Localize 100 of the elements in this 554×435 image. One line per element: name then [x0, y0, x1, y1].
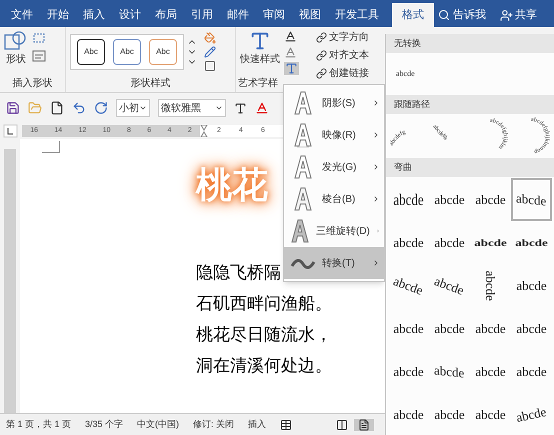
quick-styles-button[interactable]: 快速样式: [240, 30, 280, 76]
warp-option[interactable]: abcde: [429, 393, 470, 435]
warp-option[interactable]: abcde: [470, 178, 511, 221]
warp-sample: abcde: [434, 234, 465, 252]
shape-style-option[interactable]: Abc: [149, 38, 177, 64]
poem-line: 桃花尽日随流水，: [196, 324, 332, 346]
print-layout-button[interactable]: [354, 418, 374, 430]
menu-item[interactable]: 阴影(S): [284, 87, 384, 119]
warp-sample: abcde: [432, 272, 468, 300]
warp-option[interactable]: abcde: [429, 350, 470, 393]
font-size-field[interactable]: 小初: [116, 99, 150, 117]
warp-sample: abcde: [482, 270, 500, 301]
font-color-icon[interactable]: [255, 101, 269, 115]
warp-option[interactable]: abcde: [388, 264, 429, 307]
letter-a-icon: [293, 90, 313, 116]
warp-option[interactable]: abcde: [429, 178, 470, 221]
ribbon-tab[interactable]: 邮件: [220, 3, 256, 27]
tell-me-button[interactable]: 告诉我: [438, 3, 486, 27]
command-icon: [316, 68, 327, 79]
menu-item[interactable]: 发光(G): [284, 151, 384, 183]
text-box-icon: [32, 50, 48, 62]
undo-icon[interactable]: [72, 101, 86, 115]
warp-sample: abcde: [434, 320, 465, 338]
save-icon[interactable]: [6, 101, 20, 115]
search-icon: [438, 9, 450, 21]
warp-option[interactable]: abcde: [511, 221, 552, 264]
menu-item[interactable]: 转换(T): [284, 247, 384, 279]
warp-option[interactable]: abcde: [511, 307, 552, 350]
letter-a-icon: [293, 154, 313, 180]
warp-sample: abcde: [434, 406, 465, 424]
group-label: 形状样式: [130, 76, 172, 91]
ribbon-tab[interactable]: 格式: [392, 3, 434, 27]
text-command[interactable]: 文字方向: [316, 30, 369, 45]
shapes-button[interactable]: 形状: [4, 30, 28, 76]
warp-option[interactable]: abcde: [511, 264, 552, 307]
wordart-title: 桃花: [182, 157, 282, 213]
ribbon-tab[interactable]: 视图: [292, 3, 328, 27]
ribbon-tab[interactable]: 插入: [76, 3, 112, 27]
read-mode-icon[interactable]: [336, 418, 348, 430]
warp-option[interactable]: abcde: [388, 307, 429, 350]
redo-icon[interactable]: [94, 101, 108, 115]
shape-style-option[interactable]: Abc: [113, 38, 141, 64]
poem-line: 洞在清溪何处边。: [196, 355, 332, 377]
text-fill-icon[interactable]: [284, 30, 297, 43]
poem-line: 隐隐飞桥隔: [196, 262, 281, 284]
share-button[interactable]: 共享: [500, 3, 537, 27]
section-header: 无转换: [386, 34, 554, 53]
macro-icon[interactable]: [280, 418, 292, 430]
warp-option[interactable]: abcde: [470, 264, 511, 307]
shape-effects-icon[interactable]: [204, 60, 216, 72]
warp-option[interactable]: abcde: [388, 221, 429, 264]
warp-sample: abcde: [515, 236, 548, 250]
new-file-icon[interactable]: [50, 101, 64, 115]
text-command[interactable]: 创建链接: [316, 66, 369, 81]
status-text: 修订: 关闭: [193, 418, 234, 431]
ribbon-tab[interactable]: 引用: [184, 3, 220, 27]
ribbon-tab[interactable]: 布局: [148, 3, 184, 27]
warp-sample: abcde: [390, 272, 426, 300]
ribbon-tab[interactable]: 开始: [40, 3, 76, 27]
warp-option[interactable]: abcde: [511, 393, 552, 435]
dropdown-caret-icon: [139, 104, 147, 112]
warp-option[interactable]: abcde: [470, 350, 511, 393]
ribbon-tab[interactable]: 文件: [4, 3, 40, 27]
transform-option[interactable]: abcde: [396, 68, 415, 80]
warp-sample: abcde: [393, 362, 424, 381]
warp-sample: abcde: [393, 320, 424, 338]
ribbon-tab[interactable]: 审阅: [256, 3, 292, 27]
shapes-icon: [4, 30, 28, 52]
shape-outline-icon[interactable]: [204, 46, 216, 58]
warp-sample: abcde: [393, 188, 424, 211]
menu-item[interactable]: 三维旋转(D): [284, 215, 384, 247]
warp-option[interactable]: abcde: [388, 393, 429, 435]
menu-item[interactable]: 映像(R): [284, 119, 384, 151]
text-command[interactable]: 对齐文本: [316, 48, 369, 63]
print-layout-icon: [358, 418, 370, 430]
warp-option[interactable]: abcde: [429, 307, 470, 350]
warp-sample: abcde: [474, 236, 507, 250]
warp-sample: abcde: [516, 320, 547, 338]
warp-option[interactable]: abcde: [388, 178, 429, 221]
warp-sample: abcde: [434, 361, 465, 382]
font-name-field[interactable]: 微软雅黑: [158, 99, 226, 117]
command-icon: [316, 50, 327, 61]
shape-fill-icon[interactable]: [204, 32, 216, 44]
warp-option[interactable]: abcde: [470, 221, 511, 264]
warp-option[interactable]: abcde: [429, 264, 470, 307]
warp-sample: abcde: [516, 276, 547, 295]
ribbon-tab[interactable]: 开发工具: [328, 3, 386, 27]
warp-option[interactable]: abcde: [388, 350, 429, 393]
warp-option[interactable]: abcde: [429, 221, 470, 264]
shape-style-option[interactable]: Abc: [77, 38, 105, 64]
group-label: 艺术字样: [237, 76, 279, 91]
warp-option[interactable]: abcde: [470, 393, 511, 435]
warp-option[interactable]: abcde: [511, 350, 552, 393]
warp-sample: abcde: [475, 362, 506, 381]
warp-sample: abcde: [514, 402, 548, 427]
letter-a-icon: [290, 218, 310, 244]
warp-option[interactable]: abcde: [511, 178, 552, 221]
menu-item[interactable]: 棱台(B): [284, 183, 384, 215]
ribbon-tab[interactable]: 设计: [112, 3, 148, 27]
warp-option[interactable]: abcde: [470, 307, 511, 350]
